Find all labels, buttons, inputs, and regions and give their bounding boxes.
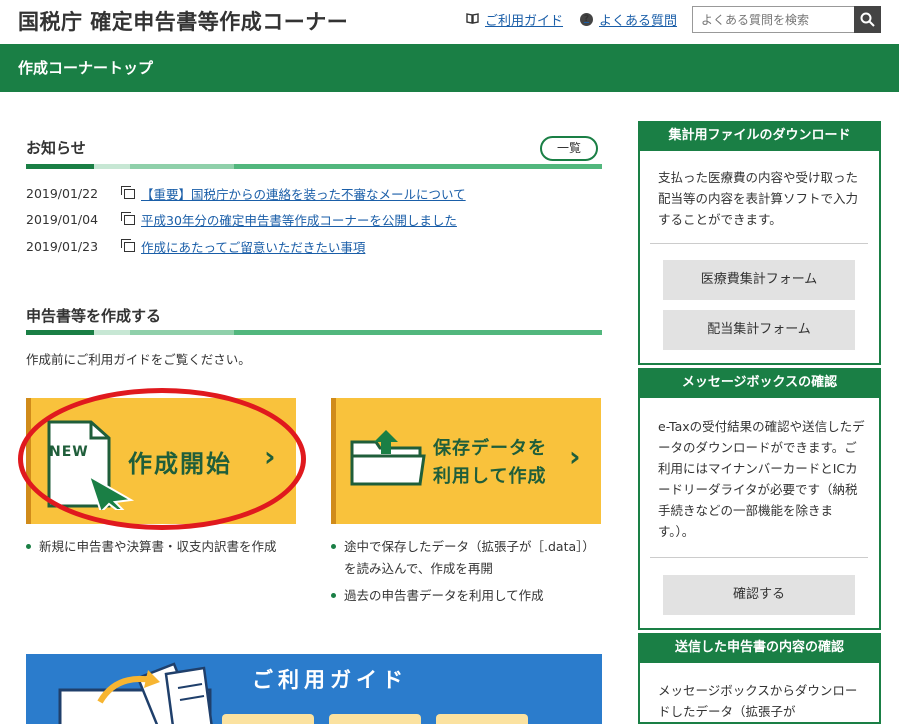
documents-illustration-icon: [58, 662, 213, 724]
breadcrumb-current: 作成コーナートップ: [18, 59, 154, 77]
news-item: 2019/01/04 平成30年分の確定申告書等作成コーナーを公開しました: [26, 210, 457, 229]
guide-tab[interactable]: [329, 714, 421, 724]
search-input[interactable]: [692, 6, 854, 33]
divider: [650, 243, 868, 244]
news-date: 2019/01/04: [26, 212, 99, 227]
site-title[interactable]: 国税庁 確定申告書等作成コーナー: [18, 6, 348, 36]
header: 国税庁 確定申告書等作成コーナー ご利用ガイド ? よくある質問: [0, 0, 899, 44]
news-list-button[interactable]: 一覧: [540, 136, 598, 161]
news-title: お知らせ: [26, 139, 86, 157]
search-button[interactable]: [854, 6, 881, 33]
chevron-right-icon: ›: [569, 440, 581, 473]
download-panel-text: 支払った医療費の内容や受け取った配当等の内容を表計算ソフトで入力することができま…: [658, 170, 859, 227]
folder-upload-icon: [350, 430, 426, 486]
news-divider: [26, 164, 602, 169]
medical-form-button[interactable]: 医療費集計フォーム: [663, 260, 855, 300]
list-item: 新規に申告書や決算書・収支内訳書を作成: [26, 536, 277, 558]
dividend-form-button[interactable]: 配当集計フォーム: [663, 310, 855, 350]
bullet-dot: [26, 544, 31, 549]
guide-link-label[interactable]: ご利用ガイド: [485, 10, 563, 29]
bullet-dot: [331, 544, 336, 549]
search-icon: [860, 12, 875, 27]
divider: [650, 557, 868, 558]
create-intro: 作成前にご利用ガイドをご覧ください。: [26, 352, 251, 367]
bullet-dot: [331, 593, 336, 598]
news-link[interactable]: 【重要】国税庁からの連絡を装った不審なメールについて: [141, 184, 466, 203]
create-divider: [26, 330, 602, 335]
news-item: 2019/01/22 【重要】国税庁からの連絡を装った不審なメールについて: [26, 184, 466, 203]
download-panel-title: 集計用ファイルのダウンロード: [638, 121, 881, 151]
list-item: 過去の申告書データを利用して作成: [331, 585, 544, 607]
guide-tab[interactable]: [436, 714, 528, 724]
breadcrumb-bar: 作成コーナートップ: [0, 44, 899, 92]
window-icon: [121, 185, 135, 199]
news-date: 2019/01/22: [26, 186, 99, 201]
news-date: 2019/01/23: [26, 239, 99, 254]
guide-banner-title: ご利用ガイド: [252, 668, 408, 692]
highlight-circle: [18, 388, 306, 530]
save-label-line2: 利用して作成: [433, 466, 547, 487]
sent-panel-text: メッセージボックスからダウンロードしたデータ（拡張子が: [658, 683, 858, 719]
news-link[interactable]: 作成にあたってご留意いただきたい事項: [141, 237, 365, 256]
messagebox-panel-title: メッセージボックスの確認: [638, 368, 881, 398]
create-title: 申告書等を作成する: [26, 307, 162, 325]
list-item-continued: を読み込んで、作成を再開: [344, 561, 493, 576]
news-item: 2019/01/23 作成にあたってご留意いただきたい事項: [26, 237, 365, 256]
guide-tab[interactable]: [222, 714, 314, 724]
faq-link[interactable]: ? よくある質問: [580, 10, 677, 29]
news-link[interactable]: 平成30年分の確定申告書等作成コーナーを公開しました: [141, 210, 457, 229]
check-messagebox-button[interactable]: 確認する: [663, 575, 855, 615]
use-saved-data-button[interactable]: 保存データを 利用して作成 ›: [331, 398, 601, 524]
guide-banner[interactable]: ご利用ガイド: [26, 654, 602, 724]
window-icon: [121, 238, 135, 252]
messagebox-panel-text: e-Taxの受付結果の確認や送信したデータのダウンロードができます。ご利用にはマ…: [658, 419, 865, 539]
sent-panel-title: 送信した申告書の内容の確認: [638, 633, 881, 663]
book-icon: [466, 12, 479, 28]
window-icon: [121, 211, 135, 225]
guide-link[interactable]: ご利用ガイド: [466, 10, 563, 29]
faq-link-label[interactable]: よくある質問: [599, 10, 677, 29]
save-label-line1: 保存データを: [433, 438, 547, 459]
question-icon: ?: [580, 13, 593, 26]
list-item: 途中で保存したデータ（拡張子が［.data］）: [331, 536, 595, 558]
